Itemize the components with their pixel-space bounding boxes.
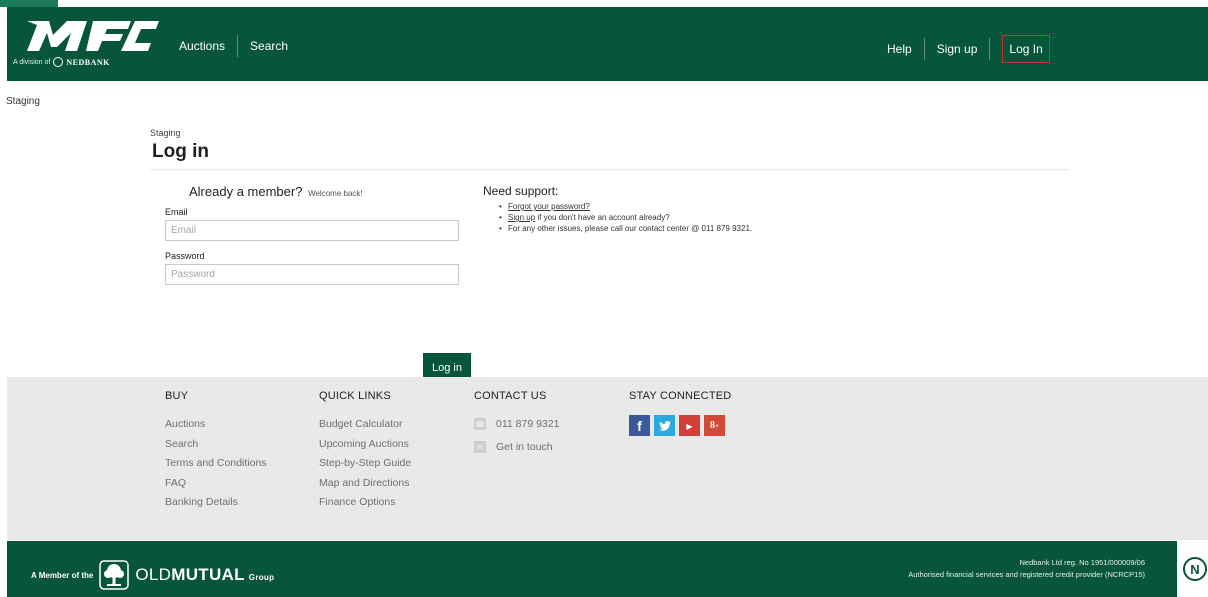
division-prefix: A division of [13, 58, 51, 66]
support-sign-up-link[interactable]: Sign up [508, 213, 535, 222]
division-name: NEDBANK [66, 57, 110, 67]
footer-heading-social: STAY CONNECTED [629, 390, 732, 402]
nav-divider [989, 38, 991, 60]
nav-auctions[interactable]: Auctions [179, 39, 225, 53]
contact-center-note: For any other issues, please call our co… [508, 224, 753, 233]
mfc-logo-mark [27, 21, 159, 51]
social-links: f ▶ 8 + [629, 415, 731, 436]
contact-phone-number: 011 879 9321 [496, 418, 560, 430]
login-panel: Staging Log in Already a member? Welcome… [150, 128, 1070, 382]
support-heading: Need support: [483, 184, 559, 198]
support-item: • For any other issues, please call our c… [499, 223, 883, 234]
footer-link-search[interactable]: Search [165, 435, 267, 455]
nav-sign-up[interactable]: Sign up [937, 42, 978, 56]
nedbank-icon [53, 57, 64, 67]
support-section: Need support: • Forgot your password? • Si… [483, 184, 883, 234]
support-list: • Forgot your password? • Sign up if you d… [483, 201, 883, 234]
forgot-password-link[interactable]: Forgot your password? [508, 202, 590, 211]
site-footer: BUY Auctions Search Terms and Conditions… [7, 377, 1208, 540]
footer-col-buy: BUY Auctions Search Terms and Conditions… [165, 390, 267, 513]
old-mutual-tree-icon [99, 560, 130, 590]
registration-line-2: Authorised financial services and regist… [908, 570, 1145, 579]
group-bar: A Member of the OLDMUTUAL Group Nedbank L… [7, 541, 1177, 597]
bullet: • [499, 213, 502, 222]
email-label: Email [165, 207, 188, 217]
old-mutual-membership: A Member of the OLDMUTUAL Group [31, 560, 274, 590]
nav-help[interactable]: Help [887, 42, 912, 56]
footer-heading-contact: CONTACT US [474, 390, 547, 402]
om-group-text: Group [248, 573, 275, 582]
youtube-icon[interactable]: ▶ [679, 415, 700, 436]
page-title: Log in [150, 141, 1070, 170]
footer-link-terms[interactable]: Terms and Conditions [165, 454, 267, 474]
footer-link-finance-options[interactable]: Finance Options [319, 493, 411, 513]
phone-icon: ☎ [474, 418, 486, 430]
google-plus-icon[interactable]: 8 + [704, 415, 725, 436]
facebook-icon[interactable]: f [629, 415, 650, 436]
welcome-text: Welcome back! [308, 189, 363, 198]
old-mutual-wordmark: OLDMUTUAL Group [135, 565, 274, 585]
top-strip [0, 0, 1208, 7]
nav-log-in[interactable]: Log In [1002, 35, 1050, 63]
login-form: Already a member? Welcome back! Email Pa… [165, 184, 471, 382]
support-item: • Forgot your password? [499, 201, 883, 212]
contact-phone[interactable]: ☎ 011 879 9321 [474, 415, 559, 433]
nedbank-emblem-icon: N [1183, 557, 1207, 581]
division-tagline: A division of NEDBANK [13, 57, 110, 67]
footer-link-budget-calculator[interactable]: Budget Calculator [319, 415, 411, 435]
om-light-text: OLD [135, 565, 172, 584]
twitter-icon[interactable] [654, 415, 675, 436]
primary-nav: Auctions Search [179, 35, 288, 57]
footer-heading-quick-links: QUICK LINKS [319, 390, 391, 402]
footer-heading-buy: BUY [165, 390, 189, 402]
breadcrumb: Staging [150, 128, 181, 138]
bullet: • [499, 224, 502, 233]
member-prefix: A Member of the [31, 570, 94, 580]
member-heading-text: Already a member? [189, 184, 303, 199]
environment-label: Staging [6, 96, 40, 107]
footer-col-quick-links: QUICK LINKS Budget Calculator Upcoming A… [319, 390, 411, 513]
footer-link-banking-details[interactable]: Banking Details [165, 493, 267, 513]
footer-link-faq[interactable]: FAQ [165, 474, 267, 494]
footer-col-contact: CONTACT US ☎ 011 879 9321 ✉ Get in touch [474, 390, 559, 461]
footer-link-auctions[interactable]: Auctions [165, 415, 267, 435]
member-heading: Already a member? Welcome back! [165, 184, 470, 199]
twitter-bird [658, 420, 671, 431]
top-strip-accent [0, 0, 58, 7]
account-nav: Help Sign up Log In [887, 35, 1050, 63]
site-header: A division of NEDBANK Auctions Search He… [7, 7, 1208, 81]
mfc-logo[interactable]: A division of NEDBANK [13, 17, 163, 73]
footer-link-upcoming-auctions[interactable]: Upcoming Auctions [319, 435, 411, 455]
password-field[interactable] [165, 264, 459, 285]
nav-search[interactable]: Search [250, 39, 288, 53]
support-item: • Sign up if you don't have an account al… [499, 212, 883, 223]
sign-up-note: if you don't have an account already? [535, 213, 670, 222]
footer-link-step-guide[interactable]: Step-by-Step Guide [319, 454, 411, 474]
nav-divider [237, 35, 239, 57]
get-in-touch-label: Get in touch [496, 441, 553, 453]
registration-notice: Nedbank Ltd reg. No 1951/000009/06 Autho… [908, 557, 1145, 581]
nav-divider [923, 38, 925, 60]
bullet: • [499, 202, 502, 211]
footer-col-social: STAY CONNECTED f ▶ 8 + [629, 390, 731, 436]
footer-link-map-directions[interactable]: Map and Directions [319, 474, 411, 494]
contact-get-in-touch[interactable]: ✉ Get in touch [474, 438, 559, 456]
envelope-icon: ✉ [474, 441, 486, 453]
om-bold-text: MUTUAL [171, 565, 245, 584]
registration-line-1: Nedbank Ltd reg. No 1951/000009/06 [1019, 558, 1145, 567]
email-field[interactable] [165, 220, 459, 241]
password-label: Password [165, 251, 205, 261]
nedbank-badge: N [1177, 541, 1208, 597]
